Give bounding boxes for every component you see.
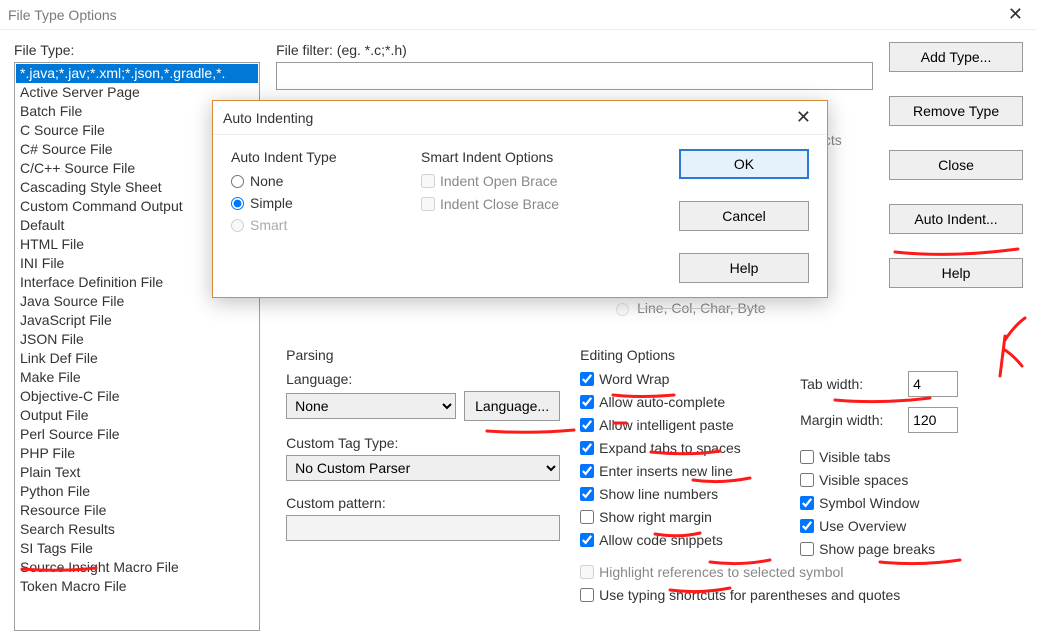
custom-tag-type-select[interactable]: No Custom Parser (286, 455, 560, 481)
add-type-button[interactable]: Add Type... (889, 42, 1023, 72)
margin-width-input[interactable] (908, 407, 958, 433)
use-overview-checkbox[interactable]: Use Overview (800, 518, 958, 534)
symbol-window-checkbox[interactable]: Symbol Window (800, 495, 958, 511)
auto-indent-type-heading: Auto Indent Type (231, 149, 401, 165)
close-icon[interactable]: ✕ (1002, 4, 1029, 25)
language-select[interactable]: None (286, 393, 456, 419)
indent-open-brace-checkbox[interactable]: Indent Open Brace (421, 173, 621, 189)
editing-options-heading: Editing Options (580, 347, 958, 363)
auto-indenting-dialog: Auto Indenting ✕ Auto Indent Type None S… (212, 100, 828, 298)
modal-close-icon[interactable]: ✕ (790, 107, 817, 128)
titlebar: File Type Options ✕ (0, 0, 1037, 30)
file-filter-input[interactable] (276, 62, 873, 90)
show-page-breaks-checkbox[interactable]: Show page breaks (800, 541, 958, 557)
highlight-refs-checkbox[interactable]: Highlight references to selected symbol (580, 564, 958, 580)
modal-cancel-button[interactable]: Cancel (679, 201, 809, 231)
list-item[interactable]: SI Tags File (16, 539, 258, 558)
list-item[interactable]: Source Insight Macro File (16, 558, 258, 577)
radio-simple[interactable]: Simple (231, 195, 401, 211)
list-item[interactable]: Make File (16, 368, 258, 387)
modal-titlebar: Auto Indenting ✕ (213, 101, 827, 135)
list-item[interactable]: Search Results (16, 520, 258, 539)
remove-type-button[interactable]: Remove Type (889, 96, 1023, 126)
list-item[interactable]: Output File (16, 406, 258, 425)
list-item[interactable]: JavaScript File (16, 311, 258, 330)
file-type-label: File Type: (14, 42, 260, 58)
tab-width-label: Tab width: (800, 376, 900, 392)
auto-indent-button[interactable]: Auto Indent... (889, 204, 1023, 234)
indent-close-brace-checkbox[interactable]: Indent Close Brace (421, 196, 621, 212)
language-button[interactable]: Language... (464, 391, 560, 421)
visible-spaces-checkbox[interactable]: Visible spaces (800, 472, 958, 488)
file-filter-label: File filter: (eg. *.c;*.h) (276, 42, 873, 58)
modal-ok-button[interactable]: OK (679, 149, 809, 179)
expand-tabs-checkbox[interactable]: Expand tabs to spaces (580, 440, 780, 456)
list-item[interactable]: PHP File (16, 444, 258, 463)
list-item[interactable]: *.java;*.jav;*.xml;*.json,*.gradle,*. (16, 64, 258, 83)
file-type-options-window: File Type Options ✕ File Type: *.java;*.… (0, 0, 1037, 643)
show-line-numbers-checkbox[interactable]: Show line numbers (580, 486, 780, 502)
margin-width-label: Margin width: (800, 412, 900, 428)
list-item[interactable]: Plain Text (16, 463, 258, 482)
allow-intelligent-paste-checkbox[interactable]: Allow intelligent paste (580, 417, 780, 433)
radio-smart[interactable]: Smart (231, 217, 401, 233)
close-button[interactable]: Close (889, 150, 1023, 180)
custom-tag-type-label: Custom Tag Type: (286, 435, 560, 451)
allow-auto-complete-checkbox[interactable]: Allow auto-complete (580, 394, 780, 410)
word-wrap-checkbox[interactable]: Word Wrap (580, 371, 780, 387)
list-item[interactable]: Python File (16, 482, 258, 501)
list-item[interactable]: Objective-C File (16, 387, 258, 406)
obscured-radio-line-col: Line, Col, Char, Byte (611, 300, 765, 316)
list-item[interactable]: Link Def File (16, 349, 258, 368)
window-title: File Type Options (8, 7, 117, 23)
visible-tabs-checkbox[interactable]: Visible tabs (800, 449, 958, 465)
list-item[interactable]: Token Macro File (16, 577, 258, 596)
show-right-margin-checkbox[interactable]: Show right margin (580, 509, 780, 525)
list-item[interactable]: JSON File (16, 330, 258, 349)
allow-code-snippets-checkbox[interactable]: Allow code snippets (580, 532, 780, 548)
custom-pattern-input[interactable] (286, 515, 560, 541)
radio-none[interactable]: None (231, 173, 401, 189)
modal-help-button[interactable]: Help (679, 253, 809, 283)
enter-inserts-checkbox[interactable]: Enter inserts new line (580, 463, 780, 479)
typing-shortcuts-checkbox[interactable]: Use typing shortcuts for parentheses and… (580, 587, 958, 603)
language-label: Language: (286, 371, 560, 387)
modal-title: Auto Indenting (223, 110, 313, 126)
custom-pattern-label: Custom pattern: (286, 495, 560, 511)
obscured-radio (616, 303, 629, 316)
smart-indent-heading: Smart Indent Options (421, 149, 621, 165)
tab-width-input[interactable] (908, 371, 958, 397)
list-item[interactable]: Perl Source File (16, 425, 258, 444)
list-item[interactable]: Resource File (16, 501, 258, 520)
parsing-heading: Parsing (286, 347, 560, 363)
help-button[interactable]: Help (889, 258, 1023, 288)
